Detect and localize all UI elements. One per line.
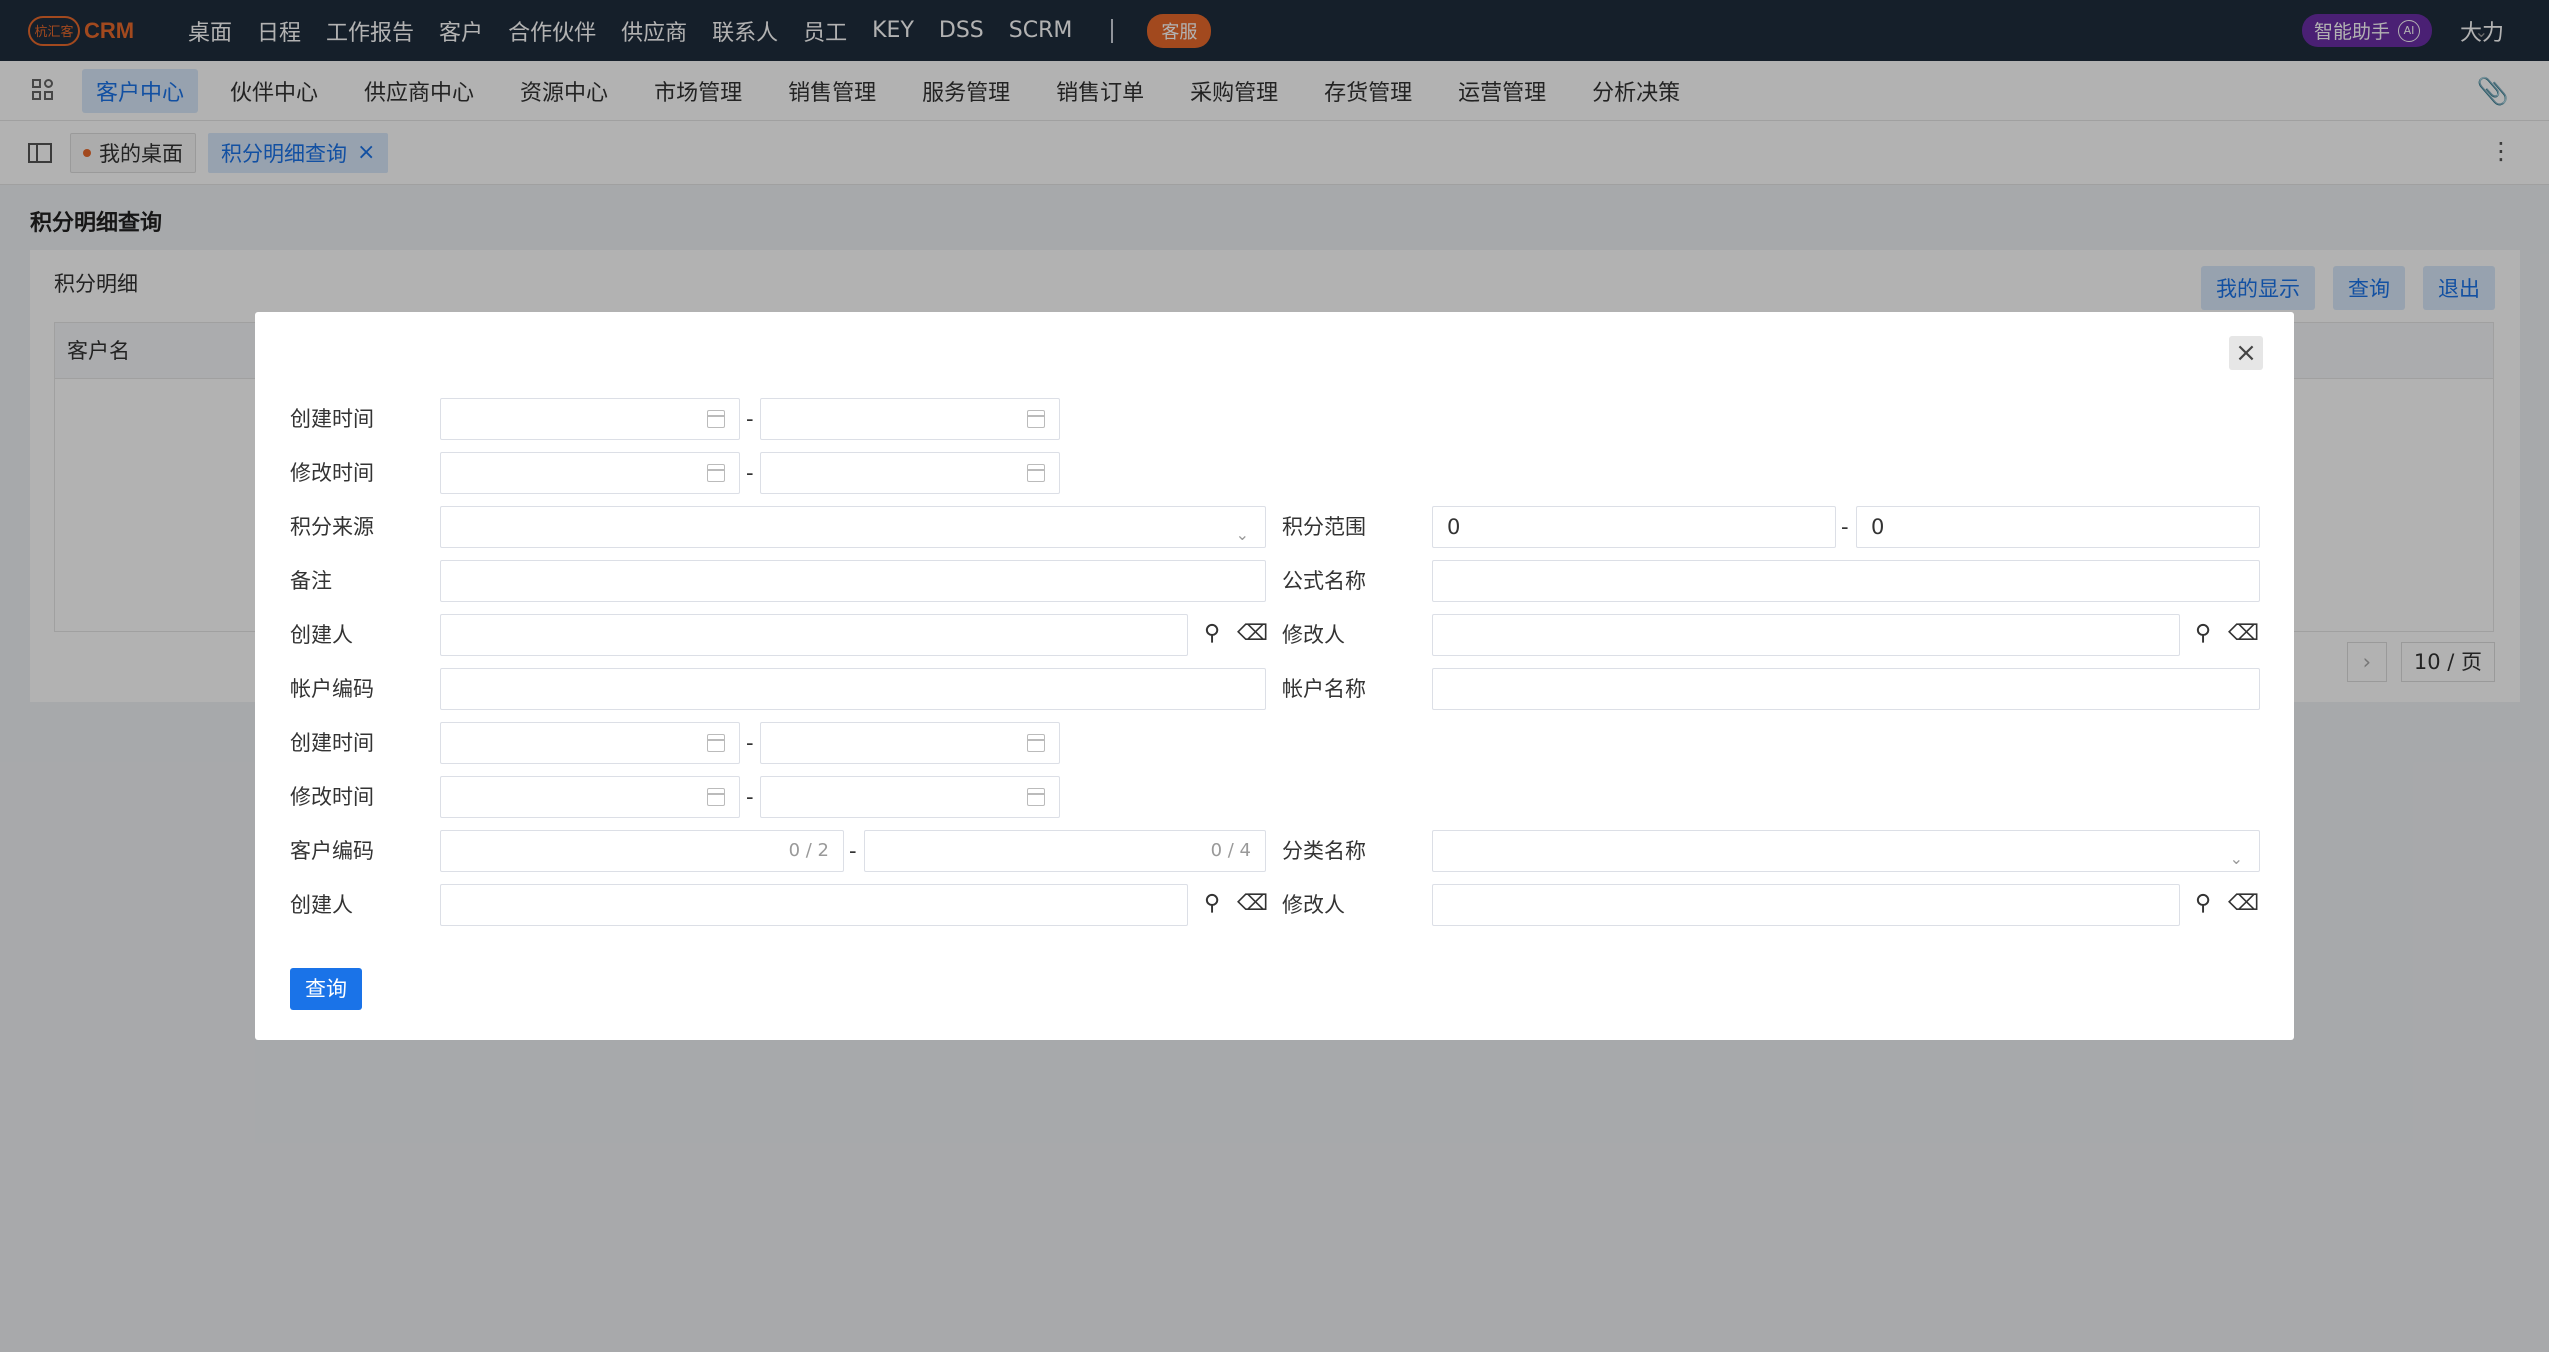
modified-time-start[interactable] <box>440 452 740 494</box>
formula-name-input[interactable] <box>1432 560 2260 602</box>
char-counter: 0 / 2 <box>788 840 829 861</box>
calendar-icon <box>1027 788 1045 806</box>
query-modal: × 创建时间 - 修改时间 - 积分来源 ⌄ 积分范围 0 - 0 备注 公式名… <box>255 312 2294 1040</box>
label-remark: 备注 <box>290 569 332 593</box>
range-dash: - <box>1841 515 1849 539</box>
modified-time-start-2[interactable] <box>440 776 740 818</box>
label-creator: 创建人 <box>290 893 353 917</box>
range-dash: - <box>746 407 754 431</box>
label-created-time: 创建时间 <box>290 407 374 431</box>
eraser-icon[interactable]: ⌫ <box>2228 890 2259 918</box>
label-modified-time: 修改时间 <box>290 785 374 809</box>
modified-time-end-2[interactable] <box>760 776 1060 818</box>
created-time-start-2[interactable] <box>440 722 740 764</box>
calendar-icon <box>707 734 725 752</box>
modified-time-end[interactable] <box>760 452 1060 494</box>
chevron-down-icon: ⌄ <box>1235 525 1249 544</box>
calendar-icon <box>707 788 725 806</box>
modal-query-button[interactable]: 查询 <box>290 968 362 1010</box>
chevron-down-icon: ⌄ <box>2229 849 2243 868</box>
points-range-to[interactable]: 0 <box>1856 506 2260 548</box>
label-points-range: 积分范围 <box>1282 515 1366 539</box>
created-time-end[interactable] <box>760 398 1060 440</box>
created-time-start[interactable] <box>440 398 740 440</box>
label-points-source: 积分来源 <box>290 515 374 539</box>
range-dash: - <box>849 839 857 863</box>
account-name-input[interactable] <box>1432 668 2260 710</box>
range-dash: - <box>746 731 754 755</box>
points-source-select[interactable]: ⌄ <box>440 506 1266 548</box>
customer-code-to[interactable]: 0 / 4 <box>864 830 1266 872</box>
label-account-code: 帐户编码 <box>290 677 374 701</box>
account-code-input[interactable] <box>440 668 1266 710</box>
range-dash: - <box>746 461 754 485</box>
calendar-icon <box>1027 734 1045 752</box>
search-icon[interactable]: ⚲ <box>2189 890 2217 918</box>
label-created-time: 创建时间 <box>290 731 374 755</box>
range-dash: - <box>746 785 754 809</box>
label-account-name: 帐户名称 <box>1282 677 1366 701</box>
remark-input[interactable] <box>440 560 1266 602</box>
calendar-icon <box>707 410 725 428</box>
modifier-input[interactable] <box>1432 614 2180 656</box>
label-category-name: 分类名称 <box>1282 839 1366 863</box>
eraser-icon[interactable]: ⌫ <box>1237 620 1268 648</box>
modifier-input-2[interactable] <box>1432 884 2180 926</box>
char-counter: 0 / 4 <box>1210 840 1251 861</box>
label-modifier: 修改人 <box>1282 893 1345 917</box>
calendar-icon <box>707 464 725 482</box>
label-creator: 创建人 <box>290 623 353 647</box>
category-name-select[interactable]: ⌄ <box>1432 830 2260 872</box>
label-customer-code: 客户编码 <box>290 839 374 863</box>
search-icon[interactable]: ⚲ <box>1198 620 1226 648</box>
label-modified-time: 修改时间 <box>290 461 374 485</box>
eraser-icon[interactable]: ⌫ <box>2228 620 2259 648</box>
search-icon[interactable]: ⚲ <box>1198 890 1226 918</box>
calendar-icon <box>1027 410 1045 428</box>
label-formula-name: 公式名称 <box>1282 569 1366 593</box>
eraser-icon[interactable]: ⌫ <box>1237 890 1268 918</box>
creator-input[interactable] <box>440 614 1188 656</box>
creator-input-2[interactable] <box>440 884 1188 926</box>
created-time-end-2[interactable] <box>760 722 1060 764</box>
points-range-from[interactable]: 0 <box>1432 506 1836 548</box>
label-modifier: 修改人 <box>1282 623 1345 647</box>
calendar-icon <box>1027 464 1045 482</box>
close-modal-button[interactable]: × <box>2229 336 2263 370</box>
customer-code-from[interactable]: 0 / 2 <box>440 830 844 872</box>
search-icon[interactable]: ⚲ <box>2189 620 2217 648</box>
